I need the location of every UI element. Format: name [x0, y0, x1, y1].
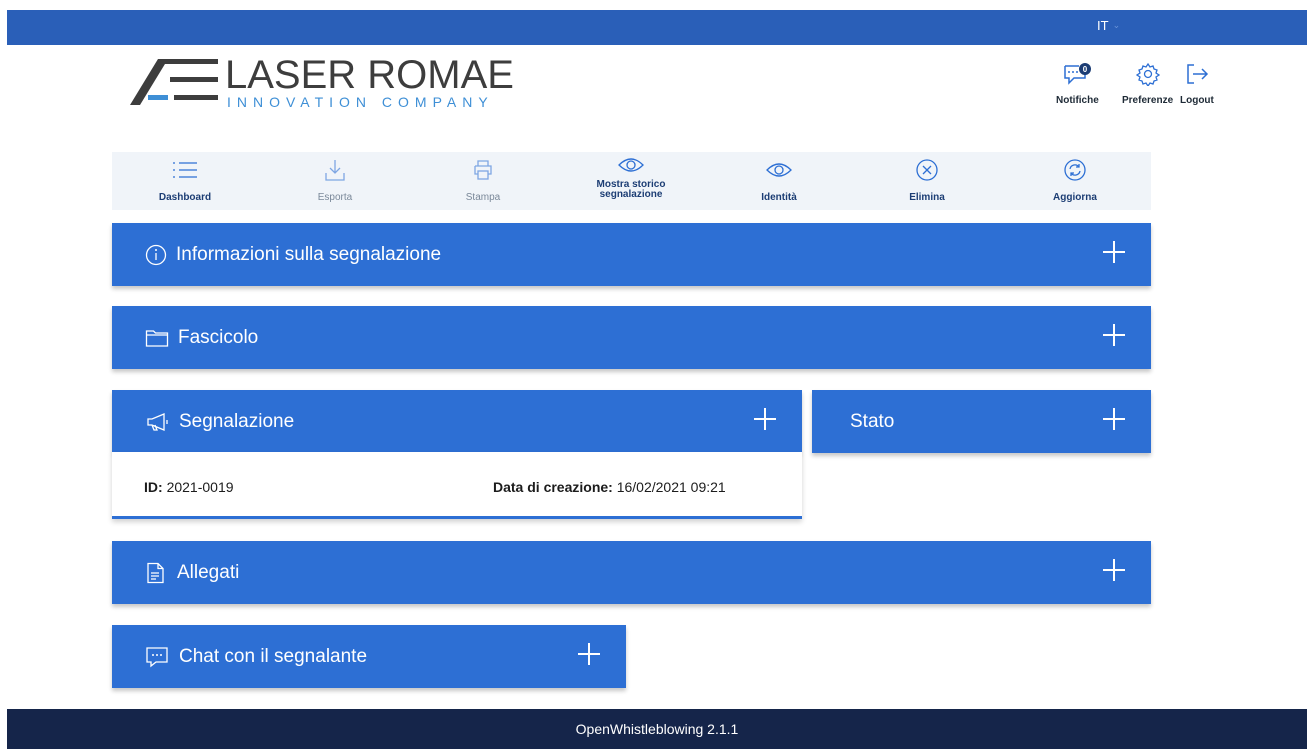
logo-tagline: INNOVATION COMPANY [227, 94, 494, 110]
footer-version-text: OpenWhistleblowing 2.1.1 [575, 721, 739, 737]
toolbar-identity-label: Identità [761, 192, 797, 203]
list-icon [173, 162, 197, 178]
printer-icon [474, 160, 492, 180]
notification-chat-icon: 0 [1064, 63, 1092, 85]
refresh-circle-icon [1064, 159, 1086, 181]
folder-icon [145, 329, 169, 347]
creation-date-label: Data di creazione: [493, 479, 613, 495]
logo-mark-icon [130, 59, 218, 105]
close-circle-icon [916, 159, 938, 181]
logo-brand-text: LASER ROMAE [225, 53, 514, 97]
report-id-field: ID: 2021-0019 [144, 479, 234, 495]
gear-icon [1135, 62, 1160, 86]
panel-stato-header[interactable]: Stato [812, 390, 1151, 453]
expand-plus-icon[interactable] [1103, 241, 1125, 263]
eye-icon [766, 163, 792, 177]
footer: OpenWhistleblowing 2.1.1 [7, 709, 1307, 749]
chevron-down-icon: ⌄ [1112, 20, 1121, 30]
language-selector[interactable]: IT ⌄ [1097, 18, 1120, 33]
eye-icon [618, 158, 644, 172]
toolbar-export-label: Esporta [317, 192, 353, 203]
notifications-button[interactable]: 0 Notifiche [1056, 62, 1099, 106]
creation-date-field: Data di creazione: 16/02/2021 09:21 [493, 479, 726, 495]
logout-icon [1187, 64, 1208, 84]
panel-chat-title: Chat con il segnalante [179, 645, 368, 667]
chat-icon [146, 646, 168, 667]
language-label: IT [1097, 18, 1109, 33]
info-icon [145, 244, 167, 265]
toolbar-refresh-label: Aggiorna [1053, 192, 1097, 203]
toolbar-history-label-2: segnalazione [599, 189, 663, 200]
logout-button[interactable]: Logout [1180, 62, 1214, 106]
megaphone-icon [147, 412, 168, 431]
download-icon [325, 160, 345, 181]
expand-plus-icon[interactable] [1103, 559, 1125, 581]
panel-info-title: Informazioni sulla segnalazione [176, 243, 442, 265]
toolbar-refresh[interactable]: Aggiorna [1002, 152, 1148, 210]
panel-allegati-title: Allegati [177, 561, 240, 583]
company-logo[interactable]: LASER ROMAE INNOVATION COMPANY [130, 53, 514, 115]
toolbar-export[interactable]: Esporta [262, 152, 408, 210]
document-icon [147, 562, 164, 583]
preferences-label: Preferenze [1122, 95, 1174, 106]
panel-fascicolo-title: Fascicolo [178, 326, 259, 348]
expand-plus-icon[interactable] [1103, 324, 1125, 346]
toolbar-dashboard[interactable]: Dashboard [112, 152, 258, 210]
panel-allegati-header[interactable]: Allegati [112, 541, 1151, 604]
panel-info-header[interactable]: Informazioni sulla segnalazione [112, 223, 1151, 286]
report-id-label: ID: [144, 479, 163, 495]
toolbar-delete[interactable]: Elimina [854, 152, 1000, 210]
logout-label: Logout [1180, 95, 1214, 106]
preferences-button[interactable]: Preferenze [1122, 62, 1173, 106]
panel-segnalazione-header[interactable]: Segnalazione [112, 390, 802, 453]
toolbar-history[interactable]: Mostra storico segnalazione [558, 152, 704, 210]
toolbar-identity[interactable]: Identità [706, 152, 852, 210]
panel-segnalazione-title: Segnalazione [179, 410, 295, 432]
panel-chat-header[interactable]: Chat con il segnalante [112, 625, 626, 688]
toolbar-delete-label: Elimina [909, 192, 945, 203]
notification-badge: 0 [1083, 65, 1088, 74]
panel-segnalazione-body: ID: 2021-0019 Data di creazione: 16/02/2… [112, 452, 802, 519]
report-toolbar: Dashboard Esporta Stampa Mostra storico … [112, 152, 1151, 210]
panel-stato-title: Stato [850, 410, 895, 432]
toolbar-print-label: Stampa [465, 192, 501, 203]
toolbar-dashboard-label: Dashboard [158, 192, 212, 203]
user-nav: 0 Notifiche Preferenze Logout [1052, 62, 1222, 122]
expand-plus-icon[interactable] [1103, 408, 1125, 430]
top-bar: IT ⌄ [7, 10, 1307, 45]
toolbar-print[interactable]: Stampa [410, 152, 556, 210]
creation-date-value: 16/02/2021 09:21 [616, 479, 726, 495]
expand-plus-icon[interactable] [754, 408, 776, 430]
panel-fascicolo-header[interactable]: Fascicolo [112, 306, 1151, 369]
report-id-value: 2021-0019 [166, 479, 234, 495]
notifications-label: Notifiche [1056, 95, 1099, 106]
expand-plus-icon[interactable] [578, 643, 600, 665]
